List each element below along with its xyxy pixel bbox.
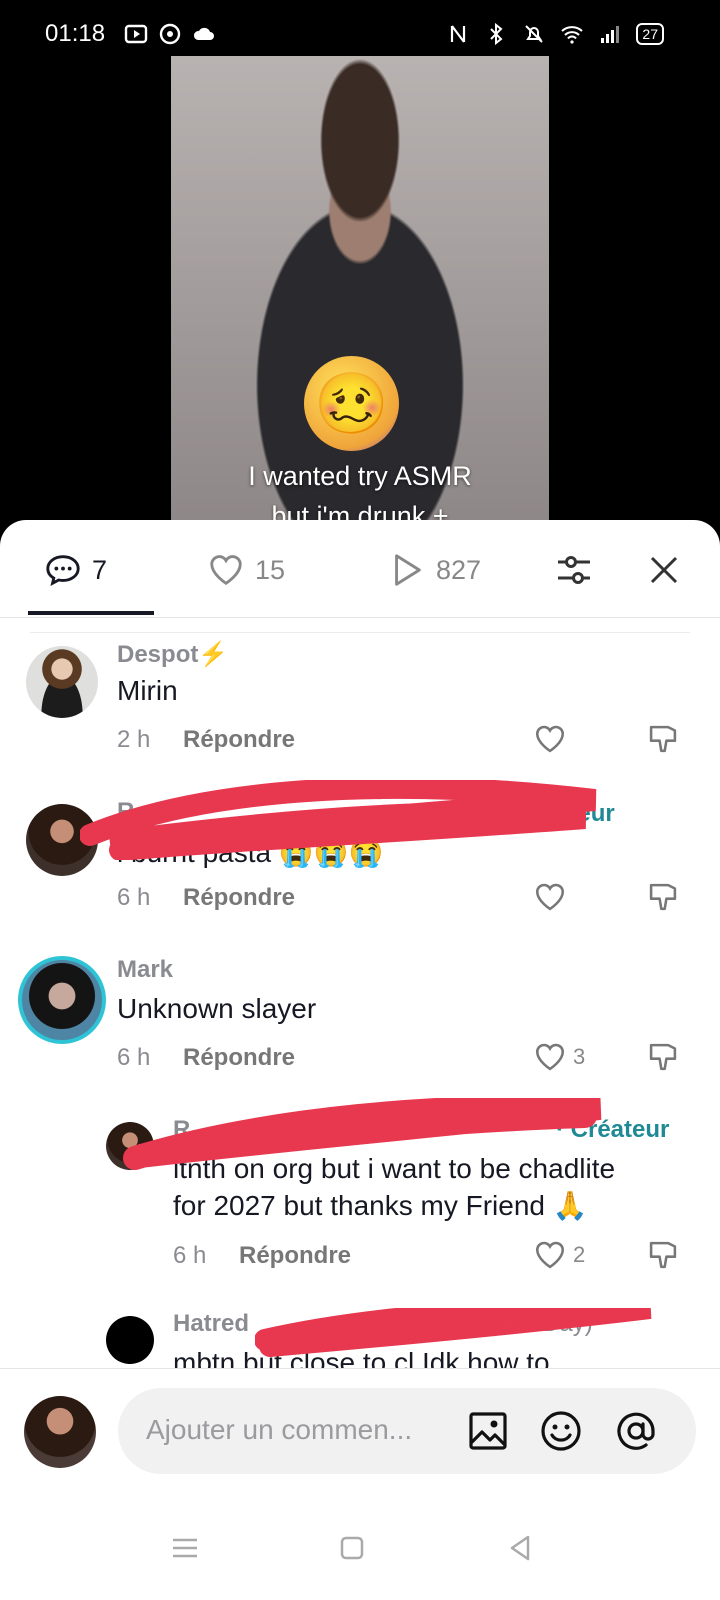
- system-nav-bar: [0, 1500, 720, 1600]
- thumbs-down-icon: [649, 1043, 677, 1071]
- divider: [30, 632, 690, 633]
- reply-button[interactable]: Répondre: [239, 1242, 351, 1270]
- tab-views[interactable]: 827: [388, 550, 481, 590]
- menu-icon[interactable]: [169, 1532, 201, 1564]
- like-button[interactable]: [533, 722, 573, 756]
- status-icons-left: [124, 22, 216, 46]
- comment-username[interactable]: R: [173, 1116, 190, 1144]
- reply-button[interactable]: Répondre: [183, 884, 295, 912]
- status-icons-right: 27: [446, 22, 664, 46]
- thumbs-down-icon: [649, 725, 677, 753]
- comment-username-suffix: pes​...eDay): [470, 1310, 593, 1337]
- filter-sliders-icon[interactable]: [554, 550, 594, 590]
- comment-text: Unknown slayer: [117, 993, 317, 1024]
- close-icon[interactable]: [644, 550, 684, 590]
- comment-time: 6 h: [117, 884, 151, 911]
- creator-badge: · Créateur: [556, 1116, 670, 1143]
- comment-time: 6 h: [117, 1044, 151, 1071]
- reply-button[interactable]: Répondre: [183, 726, 295, 754]
- dislike-button[interactable]: [646, 880, 680, 919]
- like-count: 3: [573, 1044, 586, 1069]
- bluetooth-icon: [490, 22, 503, 46]
- thumbs-down-icon: [649, 1241, 677, 1269]
- reply-button[interactable]: Répondre: [183, 1044, 295, 1072]
- signal-icon: [601, 26, 620, 43]
- avatar[interactable]: [26, 646, 98, 718]
- creator-badge: Créateur: [516, 800, 615, 827]
- play-icon: [395, 554, 421, 586]
- video-caption-line1: I wanted try ASMR: [248, 461, 472, 491]
- comment-input[interactable]: Ajouter un commen...: [118, 1388, 696, 1474]
- comment-item: Despot⚡ Mirin 2 h Répondre: [0, 638, 720, 788]
- like-button[interactable]: [533, 880, 573, 914]
- active-tab-indicator: [28, 611, 154, 615]
- video-caption: I wanted try ASMR but i'm drunk +: [171, 456, 549, 526]
- comment-item: Mark Unknown slayer 6 h Répondre 3: [0, 956, 720, 1106]
- wifi-icon: [561, 26, 584, 44]
- comment-time: 6 h: [173, 1242, 207, 1269]
- comment-input-placeholder: Ajouter un commen...: [146, 1414, 413, 1445]
- avatar-story-ring[interactable]: [18, 956, 106, 1044]
- nfc-icon: [451, 25, 466, 43]
- comments-sheet: 7 15 827 Despot⚡ Mirin 2 h Répondre R Cr…: [0, 520, 720, 1600]
- comment-username[interactable]: Hatred: [173, 1310, 249, 1338]
- chat-notification-icon: [159, 23, 181, 45]
- likes-count: 15: [255, 554, 286, 585]
- status-time: 01:18: [45, 20, 106, 47]
- reply-item: R · Créateur ltnth on org but i want to …: [0, 1098, 720, 1304]
- avatar[interactable]: [106, 1316, 154, 1364]
- comment-composer: Ajouter un commen...: [0, 1368, 720, 1499]
- tab-likes[interactable]: 15: [207, 550, 285, 590]
- comment-text-line2: for 2027 but thanks my Friend 🙏: [173, 1190, 588, 1221]
- comment-username[interactable]: Mark: [117, 956, 173, 984]
- silent-icon: [525, 25, 544, 43]
- comment-item: R Créateur i burnt pasta 😭😭😭 6 h Répondr…: [0, 780, 720, 946]
- dislike-button[interactable]: [646, 1238, 680, 1277]
- emoji-icon[interactable]: [539, 1409, 583, 1453]
- comment-text-line1: ltnth on org but i want to be chadlite: [173, 1153, 616, 1184]
- mention-icon[interactable]: [614, 1409, 658, 1453]
- comment-time: 2 h: [117, 726, 151, 753]
- avatar[interactable]: [26, 804, 98, 876]
- heart-icon: [535, 725, 565, 753]
- like-button[interactable]: 2: [533, 1238, 585, 1272]
- current-user-avatar: [24, 1396, 96, 1468]
- comment-text: Mirin: [117, 675, 178, 706]
- views-count: 827: [436, 554, 482, 585]
- video-notification-icon: [124, 24, 148, 44]
- comment-icon: [46, 555, 80, 587]
- cloud-icon: [193, 27, 214, 40]
- dislike-button[interactable]: [646, 1040, 680, 1079]
- tab-comments[interactable]: 7: [44, 550, 107, 590]
- heart-icon: [535, 1043, 565, 1071]
- comment-text: mbtn but close to cl Idk how to: [173, 1347, 550, 1368]
- image-icon[interactable]: [466, 1409, 510, 1453]
- back-icon[interactable]: [504, 1532, 536, 1564]
- comment-username[interactable]: R: [117, 798, 134, 826]
- woozy-face-sticker: 🥴: [304, 356, 399, 451]
- video-preview[interactable]: 🥴 I wanted try ASMR but i'm drunk +: [171, 56, 549, 526]
- comment-username[interactable]: Despot⚡: [117, 640, 228, 669]
- home-icon[interactable]: [336, 1532, 368, 1564]
- reply-item: Hatred pes​...eDay) mbtn but close to cl…: [0, 1308, 720, 1368]
- battery-indicator: 27: [636, 23, 664, 45]
- heart-icon: [535, 883, 565, 911]
- avatar[interactable]: [106, 1122, 154, 1170]
- heart-icon: [210, 555, 242, 585]
- sheet-tabs: 7 15 827: [0, 520, 720, 618]
- thumbs-down-icon: [649, 883, 677, 911]
- heart-icon: [535, 1241, 565, 1269]
- like-count: 2: [573, 1242, 586, 1267]
- comment-text: i burnt pasta 😭😭😭: [117, 837, 384, 868]
- like-button[interactable]: 3: [533, 1040, 585, 1074]
- dislike-button[interactable]: [646, 722, 680, 761]
- comments-count: 7: [92, 554, 108, 585]
